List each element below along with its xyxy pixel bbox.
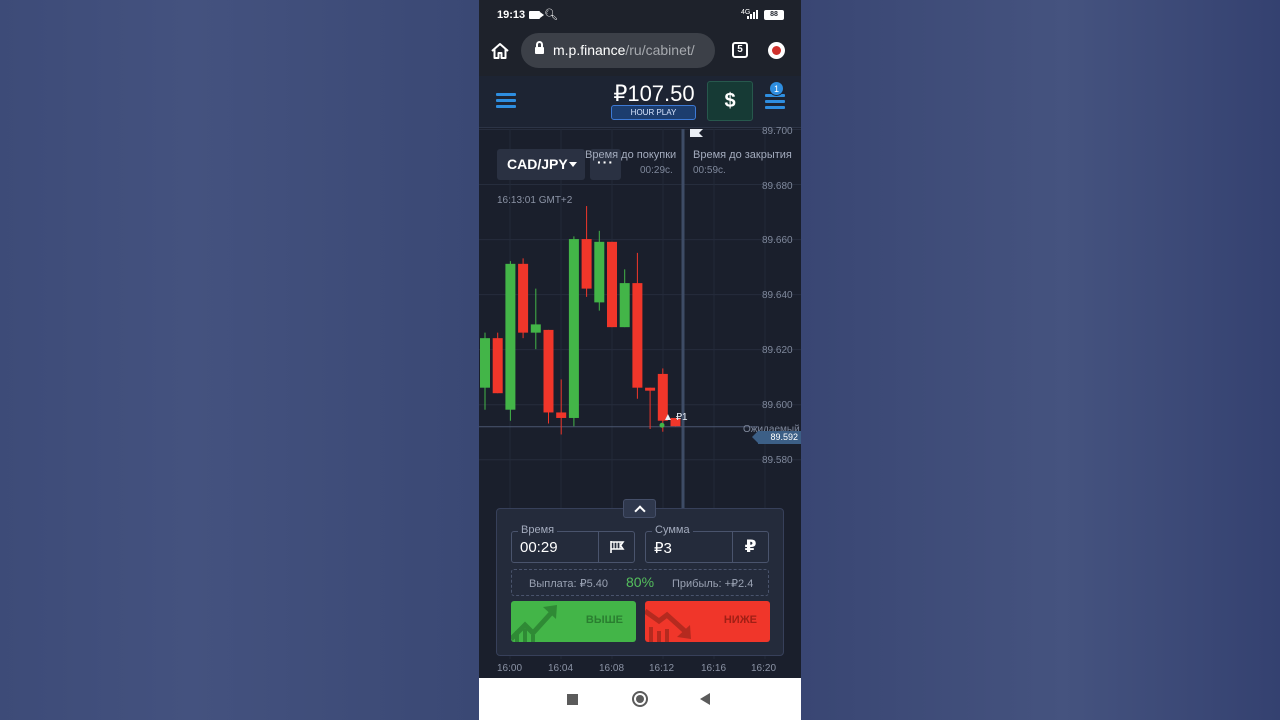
x-tick: 16:12	[649, 663, 675, 674]
amount-field[interactable]: Сумма ₽3 ₽	[645, 524, 769, 563]
trade-marker-amount: ₽1	[675, 412, 688, 423]
app-header: ₽107.50 HOUR PLAY $ 1	[479, 76, 801, 128]
phone-screen: 19:13 🔍︎ 4G 88 m.p.finance/ru/cabinet/ 5…	[479, 0, 801, 720]
candle-body	[581, 239, 592, 289]
profit-label: Прибыль: +₽2.4	[672, 578, 754, 590]
candle-body	[505, 263, 516, 410]
candle-body	[518, 263, 529, 333]
time-to-buy-value: 00:29c.	[640, 165, 673, 176]
home-icon[interactable]	[490, 41, 510, 61]
trend-up-icon	[511, 605, 557, 642]
x-tick: 16:08	[599, 663, 625, 674]
y-tick: 89.700	[762, 126, 793, 137]
search-icon: 🔍︎	[544, 9, 558, 21]
candle-body	[619, 283, 630, 328]
x-tick: 16:04	[548, 663, 574, 674]
candle-body	[492, 338, 503, 394]
candle-body	[645, 387, 656, 391]
time-field[interactable]: Время 00:29	[511, 524, 635, 563]
y-tick: 89.620	[762, 345, 793, 356]
payout-label: Выплата: ₽5.40	[529, 578, 609, 590]
amount-field-value: ₽3	[654, 540, 672, 557]
collapse-panel-button[interactable]	[623, 499, 656, 518]
buy-up-label: ВЫШЕ	[585, 614, 623, 626]
status-bar: 19:13 🔍︎ 4G 88	[479, 0, 801, 30]
candle-body	[480, 338, 490, 388]
home-button-icon[interactable]	[632, 691, 648, 707]
chevron-down-icon	[569, 162, 577, 167]
candle-body	[594, 241, 605, 303]
trade-entry-dot	[659, 422, 665, 428]
screen-record-icon	[529, 11, 544, 19]
asset-selector[interactable]: CAD/JPY	[497, 149, 585, 180]
url-path: /ru/cabinet/	[625, 42, 695, 58]
asset-pair-label: CAD/JPY	[507, 156, 568, 172]
x-tick: 16:20	[751, 663, 777, 674]
battery-icon: 88	[764, 10, 784, 20]
y-tick: 89.680	[762, 181, 793, 192]
video-background-right	[801, 0, 1280, 720]
y-tick: 89.640	[762, 290, 793, 301]
trade-panel: Время 00:29 Сумма ₽3 ₽ Выплата: ₽5.40 80…	[496, 508, 784, 656]
account-type-badge[interactable]: HOUR PLAY	[611, 105, 696, 120]
lock-icon	[535, 41, 544, 55]
currency-button[interactable]: ₽	[732, 532, 768, 562]
trend-down-icon	[645, 608, 691, 642]
video-background-left	[0, 0, 479, 720]
server-time: 16:13:01 GMT+2	[497, 195, 573, 206]
time-field-value: 00:29	[520, 539, 558, 556]
flag-icon[interactable]	[598, 532, 634, 562]
x-tick: 16:16	[701, 663, 727, 674]
browser-toolbar: m.p.finance/ru/cabinet/ 5	[479, 30, 801, 76]
time-to-buy-label: Время до покупки	[585, 149, 677, 161]
recent-apps-icon[interactable]	[567, 694, 578, 705]
status-time: 19:13	[497, 9, 526, 21]
url-host: m.p.finance	[553, 42, 626, 58]
tab-switcher-button[interactable]: 5	[732, 42, 748, 58]
menu-icon[interactable]	[496, 93, 516, 109]
candle-body	[632, 283, 643, 388]
candle-body	[568, 239, 579, 418]
back-icon[interactable]	[700, 693, 710, 705]
payout-summary: Выплата: ₽5.40 80% Прибыль: +₽2.4	[511, 569, 769, 596]
sell-down-button[interactable]: НИЖЕ	[645, 601, 770, 642]
amount-field-label: Сумма	[652, 524, 693, 536]
android-nav-bar	[479, 678, 801, 720]
y-tick: 89.660	[762, 235, 793, 246]
time-to-close-value: 00:59c.	[693, 165, 726, 176]
trades-menu-icon[interactable]	[765, 94, 785, 110]
candle-body	[556, 412, 567, 418]
trade-marker: ▲ ₽1	[663, 412, 688, 423]
notification-badge: 1	[769, 81, 784, 96]
y-tick: 89.580	[762, 455, 793, 466]
x-tick: 16:00	[497, 663, 523, 674]
candle-body	[530, 324, 541, 333]
candle-body	[543, 329, 554, 413]
deposit-button[interactable]: $	[707, 81, 753, 121]
payout-percent: 80%	[626, 574, 655, 590]
address-bar[interactable]: m.p.finance/ru/cabinet/	[521, 33, 715, 68]
time-field-label: Время	[518, 524, 558, 536]
signal-icon	[747, 10, 759, 19]
current-price-tag: 89.592	[752, 431, 801, 444]
extension-icon[interactable]	[768, 42, 785, 59]
buy-up-button[interactable]: ВЫШЕ	[511, 601, 636, 642]
sell-down-label: НИЖЕ	[723, 614, 757, 626]
time-to-close-label: Время до закрытия	[693, 149, 792, 161]
account-balance: ₽107.50	[613, 81, 695, 106]
y-tick: 89.600	[762, 400, 793, 411]
candle-body	[607, 241, 617, 328]
